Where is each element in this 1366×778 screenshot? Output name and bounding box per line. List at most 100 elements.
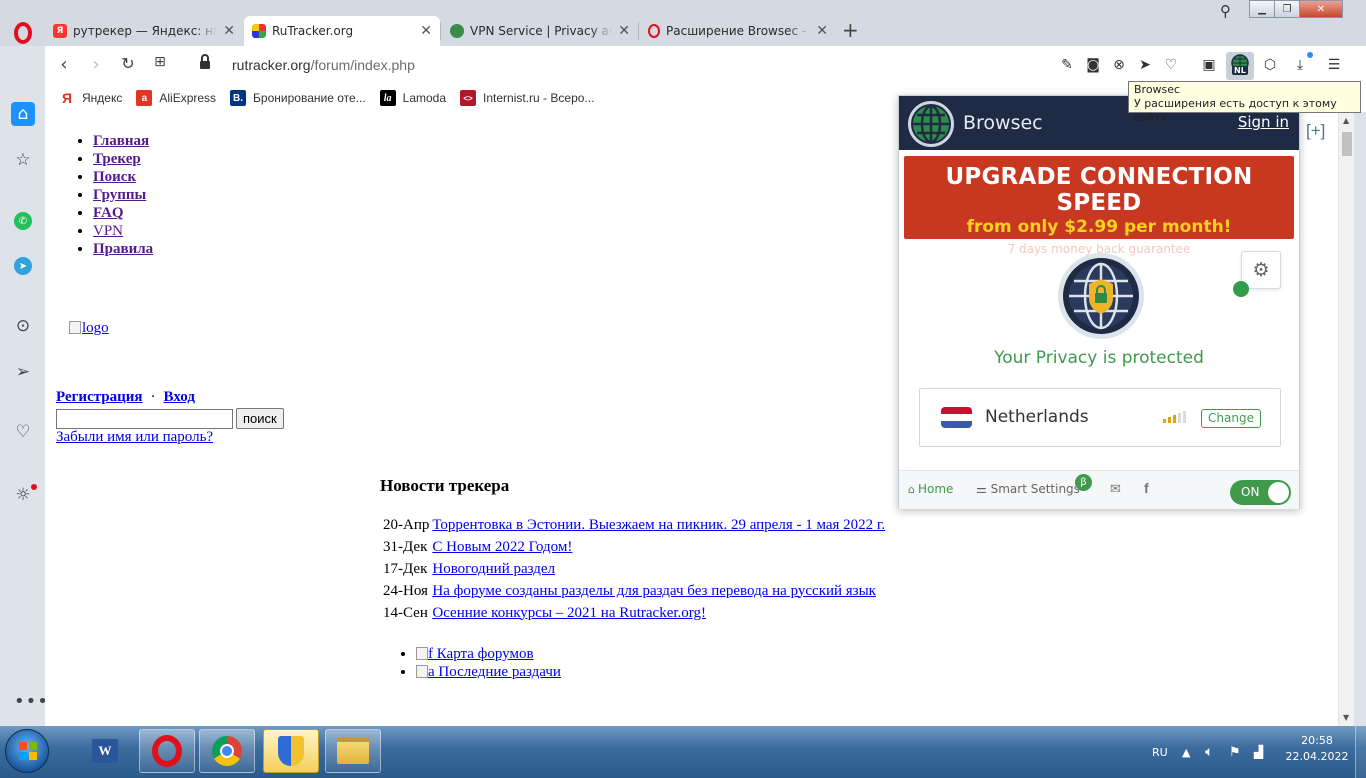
- news-link[interactable]: На форуме созданы разделы для раздач без…: [432, 583, 876, 599]
- search-button[interactable]: поиск: [236, 408, 284, 429]
- tab-yandex[interactable]: Я рутрекер — Яндекс: нашё ✕: [45, 16, 243, 46]
- sidebar-player-icon[interactable]: ⊙: [11, 314, 35, 338]
- nav-link-vpn[interactable]: VPN: [93, 223, 123, 239]
- action-center-flag-icon[interactable]: ⚑: [1229, 726, 1241, 778]
- vpn-toggle[interactable]: ON: [1230, 480, 1291, 505]
- edit-share-icon[interactable]: ✎: [1058, 56, 1076, 74]
- ad-block-icon[interactable]: ⊗: [1110, 56, 1128, 74]
- news-link[interactable]: Торрентовка в Эстонии. Выезжаем на пикни…: [432, 517, 885, 533]
- mail-icon[interactable]: ✉: [1110, 482, 1121, 497]
- easy-setup-icon[interactable]: ☰: [1325, 56, 1343, 74]
- nav-link-groups[interactable]: Группы: [93, 187, 146, 203]
- news-link[interactable]: С Новым 2022 Годом!: [432, 539, 572, 555]
- close-tab-icon[interactable]: ✕: [618, 23, 630, 39]
- volume-icon[interactable]: 🔈︎: [1205, 726, 1213, 778]
- browsec-country-badge: NL: [1232, 66, 1248, 75]
- aliexpress-icon: a: [136, 90, 153, 106]
- scroll-thumb[interactable]: [1342, 132, 1352, 156]
- nav-link-home[interactable]: Главная: [93, 133, 149, 149]
- show-desktop-button[interactable]: [1355, 726, 1366, 778]
- image-alt-text: f: [428, 646, 433, 662]
- taskbar-opera[interactable]: [139, 729, 195, 773]
- speed-dial-icon[interactable]: ⊞: [149, 54, 171, 70]
- sidebar-more-icon[interactable]: •••: [14, 691, 49, 712]
- location-selector[interactable]: Netherlands Change: [919, 388, 1281, 447]
- toggle-label: ON: [1241, 485, 1260, 499]
- footer-home-tab[interactable]: ⌂ Home: [908, 482, 953, 496]
- news-date: 17-Дек: [383, 560, 428, 577]
- bookmark-aliexpress[interactable]: a AliExpress: [136, 90, 216, 106]
- sidebar-bookmarks-star-icon[interactable]: ☆: [11, 148, 35, 172]
- table-row: 24-Ноя На форуме созданы разделы для разд…: [383, 580, 885, 602]
- rutracker-icon: [252, 24, 266, 38]
- file-explorer-icon: [337, 738, 369, 764]
- reload-button[interactable]: ↻: [117, 54, 139, 73]
- start-button[interactable]: [5, 729, 49, 773]
- heart-icon[interactable]: ♡: [1162, 56, 1180, 74]
- network-icon[interactable]: ▟: [1254, 726, 1263, 778]
- nav-link-tracker[interactable]: Трекер: [93, 151, 141, 167]
- opera-icon: [152, 735, 182, 767]
- close-tab-icon[interactable]: ✕: [816, 23, 828, 39]
- cube-icon[interactable]: ⬡: [1261, 56, 1279, 74]
- site-logo-link[interactable]: logo: [69, 320, 109, 337]
- sidebar-home-icon[interactable]: ⌂: [11, 102, 35, 126]
- tab-browsec-extension[interactable]: Расширение Browsec - До ✕: [640, 16, 836, 46]
- tray-expand-icon[interactable]: ▲: [1182, 726, 1190, 778]
- language-indicator[interactable]: RU: [1152, 726, 1168, 778]
- news-link[interactable]: Осенние конкурсы – 2021 на Rutracker.org…: [432, 605, 706, 621]
- login-link[interactable]: Вход: [164, 389, 195, 405]
- tab-rutracker[interactable]: RuTracker.org ✕: [244, 16, 440, 46]
- bookmark-internist[interactable]: <> Internist.ru - Всеро...: [460, 90, 594, 106]
- close-window-button[interactable]: ✕: [1299, 0, 1343, 18]
- news-cell: Новогодний раздел: [432, 558, 885, 580]
- new-tab-button[interactable]: +: [842, 18, 859, 42]
- facebook-icon[interactable]: f: [1144, 480, 1149, 496]
- window-right-edge: [1354, 112, 1366, 726]
- upgrade-promo-banner[interactable]: UPGRADE CONNECTION SPEED from only $2.99…: [904, 156, 1294, 256]
- address-field[interactable]: rutracker.org/forum/index.php: [232, 57, 415, 73]
- sidebar-whatsapp[interactable]: ✆: [11, 209, 35, 233]
- taskbar-chrome[interactable]: [199, 729, 255, 773]
- scroll-down-icon[interactable]: ▼: [1343, 713, 1349, 722]
- forum-map-link[interactable]: f Карта форумов: [416, 646, 534, 662]
- page-scrollbar[interactable]: ▲ ▼: [1338, 112, 1354, 726]
- opera-menu-button[interactable]: [12, 22, 36, 46]
- register-link[interactable]: Регистрация: [56, 389, 143, 405]
- forward-button[interactable]: ›: [85, 54, 107, 75]
- taskbar-security-center[interactable]: [263, 729, 319, 773]
- sidebar-heart-icon[interactable]: ♡: [11, 420, 35, 444]
- bookmark-booking[interactable]: B. Бронирование оте...: [230, 90, 366, 106]
- booking-icon: B.: [230, 90, 247, 106]
- extension-icon[interactable]: ▣: [1200, 56, 1218, 74]
- nav-link-faq[interactable]: FAQ: [93, 205, 124, 221]
- sidebar-telegram[interactable]: ➤: [11, 254, 35, 278]
- bookmark-yandex[interactable]: Я Яндекс: [59, 90, 122, 106]
- nav-link-rules[interactable]: Правила: [93, 241, 153, 257]
- tab-search-icon[interactable]: ⚲: [1220, 2, 1231, 20]
- latest-releases-link[interactable]: a Последние раздачи: [416, 664, 561, 680]
- search-input[interactable]: [56, 408, 233, 429]
- send-icon[interactable]: ➤: [1136, 56, 1154, 74]
- change-location-button[interactable]: Change: [1201, 409, 1261, 428]
- nav-link-search[interactable]: Поиск: [93, 169, 136, 185]
- forgot-password-link[interactable]: Забыли имя или пароль?: [56, 429, 213, 446]
- connection-status-dot: [1233, 281, 1249, 297]
- news-link[interactable]: Новогодний раздел: [432, 561, 555, 577]
- system-clock[interactable]: 20:58 22.04.2022: [1282, 733, 1352, 765]
- sidebar-send-icon[interactable]: ➢: [11, 360, 35, 384]
- close-tab-icon[interactable]: ✕: [420, 23, 432, 39]
- footer-smart-settings-tab[interactable]: ⚌ Smart Settings: [976, 482, 1080, 496]
- minimize-button[interactable]: ▁: [1249, 0, 1275, 18]
- download-icon[interactable]: ⤓: [1291, 56, 1309, 74]
- browsec-extension-button[interactable]: NL: [1226, 52, 1254, 80]
- maximize-button[interactable]: ❐: [1274, 0, 1300, 18]
- taskbar-explorer[interactable]: [325, 729, 381, 773]
- bookmark-lamoda[interactable]: la Lamoda: [379, 90, 446, 106]
- camera-snapshot-icon[interactable]: ◙: [1084, 56, 1102, 74]
- lock-icon[interactable]: [200, 54, 210, 70]
- taskbar-word[interactable]: W: [77, 729, 133, 773]
- close-tab-icon[interactable]: ✕: [223, 23, 235, 39]
- tab-vpn-service[interactable]: VPN Service | Privacy and S ✕: [442, 16, 638, 46]
- back-button[interactable]: ‹: [53, 54, 75, 75]
